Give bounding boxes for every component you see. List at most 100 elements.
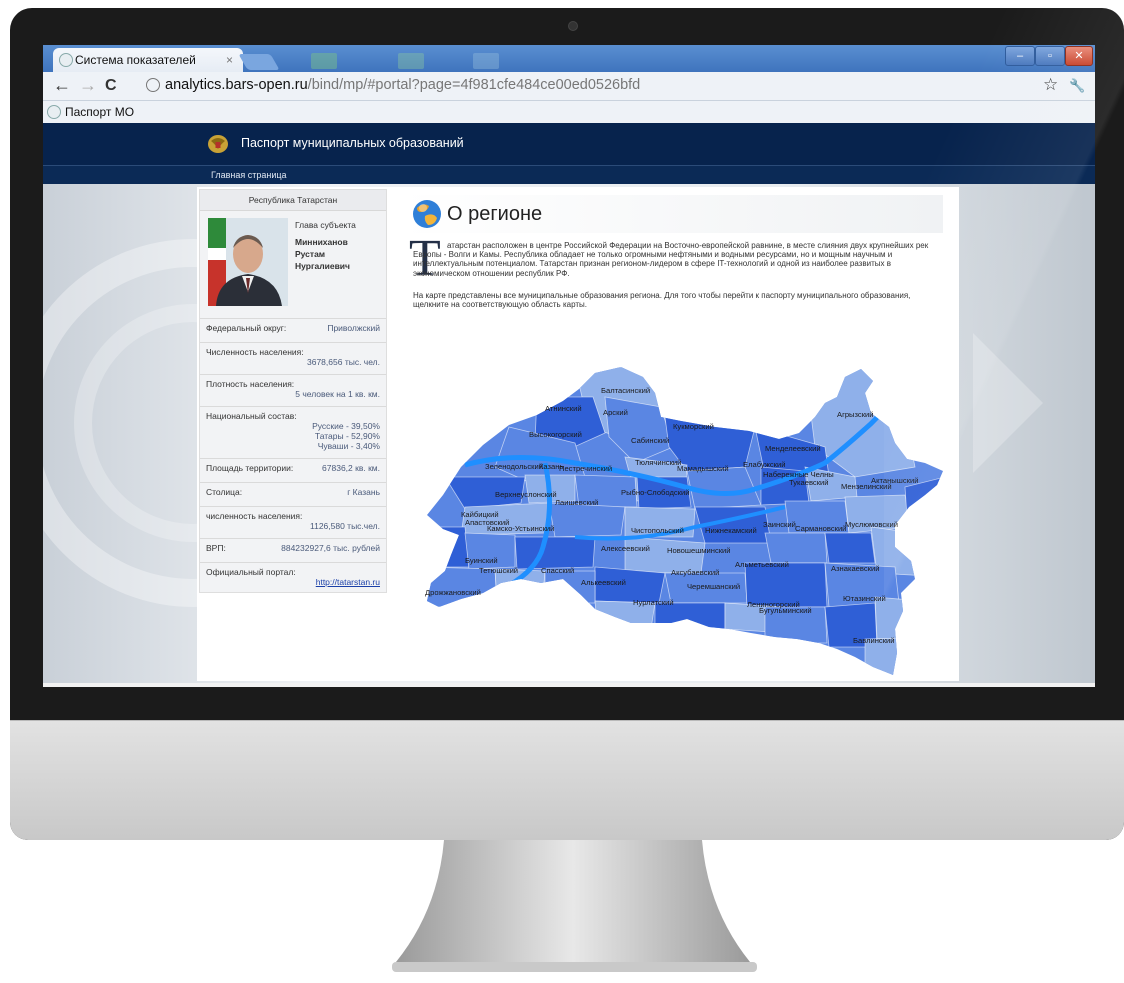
browser-titlebar: Система показателей × – ▫ ✕ [43, 45, 1095, 72]
map-region-label[interactable]: Ютазинский [843, 594, 886, 603]
area-row: Площадь территории: 67836,2 кв. км. [200, 458, 386, 482]
monitor-chin [10, 720, 1124, 840]
close-window-button[interactable]: ✕ [1065, 46, 1093, 66]
capital-population-row: численность населения: 1126,580 тыс.чел. [200, 506, 386, 538]
site-header: Паспорт муниципальных образований [43, 123, 1095, 165]
tab-close-icon[interactable]: × [226, 53, 233, 67]
map-region-label[interactable]: Арский [603, 408, 628, 417]
reload-button[interactable]: C [105, 77, 117, 95]
bookmark-pasport-mo[interactable]: Паспорт МО [65, 105, 134, 119]
map-region-label[interactable]: Нурлатский [633, 598, 674, 607]
map-region-label[interactable]: Алексеевский [601, 544, 650, 553]
camera [568, 21, 578, 31]
star-icon[interactable]: ☆ [1043, 75, 1058, 95]
map-region-label[interactable]: Алькеевский [581, 578, 626, 587]
map-region-label[interactable]: Зеленодольский [485, 462, 543, 471]
map-region-label[interactable]: Бавлинский [853, 636, 895, 645]
monitor: Система показателей × – ▫ ✕ ← → C analyt… [10, 8, 1124, 840]
map-region-label[interactable]: Тукаевский [789, 478, 829, 487]
map-region-label[interactable]: Черемшанский [687, 582, 740, 591]
head-label: Глава субъекта [295, 220, 356, 230]
map-region-label[interactable]: Альметьевский [735, 560, 789, 569]
browser-toolbar: ← → C analytics.bars-open.ru/bind/mp/#po… [43, 72, 1095, 101]
federal-district-row: Федеральный округ: Приволжский [200, 318, 386, 342]
earth-icon [413, 200, 441, 228]
map-region-label[interactable]: Менделеевский [765, 444, 821, 453]
map-region-label[interactable]: Тетюшский [479, 566, 518, 575]
horizontal-scrollbar[interactable] [43, 683, 1095, 687]
map-region-label[interactable]: Мамадышский [677, 464, 729, 473]
map-region-label[interactable]: Дрожжановский [425, 588, 481, 597]
tab-active[interactable]: Система показателей × [53, 48, 243, 72]
address-bar[interactable]: analytics.bars-open.ru/bind/mp/#portal?p… [143, 75, 1045, 95]
content-area: Республика Татарстан Глава субъекта Минн… [197, 187, 959, 681]
map-instruction: На карте представлены все муниципальные … [413, 291, 911, 310]
map-region-label[interactable]: Нижнекамский [705, 526, 757, 535]
capital-row: Столица: г Казань [200, 482, 386, 506]
map-region-label[interactable]: Атнинский [545, 404, 582, 413]
map-region-label[interactable]: Сармановский [795, 524, 846, 533]
home-link[interactable]: Главная страница [211, 170, 287, 180]
url-path: /bind/mp/#portal?page=4f981cfe484ce00ed0… [307, 77, 641, 93]
map-region-label[interactable]: Заинский [763, 520, 796, 529]
official-portal-link[interactable]: http://tatarstan.ru [316, 577, 380, 587]
background-window-icon [311, 53, 337, 69]
ethnic-row: Национальный состав: Русские - 39,50% Та… [200, 406, 386, 458]
map-region-label[interactable]: Тюлячинский [635, 458, 681, 467]
forward-button[interactable]: → [79, 75, 97, 96]
governor-portrait [208, 218, 288, 306]
map-region-label[interactable]: Высокогорский [529, 430, 582, 439]
background-window-icon [473, 53, 499, 69]
globe-icon [47, 105, 61, 119]
tab-title: Система показателей [75, 53, 196, 67]
portal-row: Официальный портал: http://tatarstan.ru [200, 562, 386, 592]
about-paragraph: атарстан расположен в центре Российской … [413, 241, 929, 278]
map-region-label[interactable]: Балтасинский [601, 386, 650, 395]
head-name: Минниханов Рустам Нургалиевич [295, 236, 350, 272]
map-region-label[interactable]: Чистопольский [631, 526, 684, 535]
map-region-label[interactable]: Пестречинский [559, 464, 612, 473]
map-region-label[interactable]: Лаишевский [555, 498, 598, 507]
map-region-label[interactable]: Верхнеуслонский [495, 490, 557, 499]
map-region-label[interactable]: Елабужский [743, 460, 785, 469]
map-region-label[interactable]: Камско-Устьинский [487, 524, 554, 533]
map-region-label[interactable]: Рыбно-Слободский [621, 488, 689, 497]
map-region-label[interactable]: Аксубаевский [671, 568, 719, 577]
region-info-panel: Республика Татарстан Глава субъекта Минн… [199, 189, 387, 593]
map-region-label[interactable]: Спасский [541, 566, 574, 575]
map-region-label[interactable]: Азнакаевский [831, 564, 879, 573]
maximize-button[interactable]: ▫ [1035, 46, 1065, 66]
new-tab-button[interactable] [238, 54, 280, 70]
url-host: analytics.bars-open.ru [165, 77, 308, 93]
region-map[interactable]: Балтасинский Атнинский Арский Кукморский Агр… [425, 367, 945, 677]
map-region-label[interactable]: Буинский [465, 556, 498, 565]
wrench-icon[interactable]: 🔧 [1069, 78, 1085, 94]
map-region-label[interactable]: Актанышский [871, 476, 918, 485]
map-region-label[interactable]: Сабинский [631, 436, 669, 445]
map-region-label[interactable]: Агрызский [837, 410, 874, 419]
head-name-line: Минниханов [295, 237, 348, 247]
back-button[interactable]: ← [53, 75, 71, 96]
site-subnav: Главная страница [43, 165, 1095, 184]
head-name-line: Нургалиевич [295, 261, 350, 271]
map-region-label[interactable]: Бугульминский [759, 606, 812, 615]
monitor-stand [392, 840, 757, 972]
population-row: Численность населения: 3678,656 тыс. чел… [200, 342, 386, 374]
density-row: Плотность населения: 5 человек на 1 кв. … [200, 374, 386, 406]
about-header: О регионе [401, 195, 943, 233]
background-window-icon [398, 53, 424, 69]
map-region-label[interactable]: Новошешминский [667, 546, 731, 555]
grp-row: ВРП: 884232927,6 тыс. рублей [200, 538, 386, 562]
bookmarks-bar: Паспорт МО [43, 101, 1095, 123]
globe-icon [59, 53, 73, 67]
map-region-label[interactable]: Муслюмовский [845, 520, 898, 529]
minimize-button[interactable]: – [1005, 46, 1035, 66]
page-info-icon [146, 78, 160, 92]
head-name-line: Рустам [295, 249, 326, 259]
region-name: Республика Татарстан [200, 190, 386, 211]
about-title: О регионе [447, 203, 543, 225]
map-region-label[interactable]: Кукморский [673, 422, 714, 431]
coat-of-arms-icon [208, 135, 228, 153]
site-title: Паспорт муниципальных образований [241, 136, 464, 150]
web-page: Паспорт муниципальных образований Главна… [43, 123, 1095, 687]
